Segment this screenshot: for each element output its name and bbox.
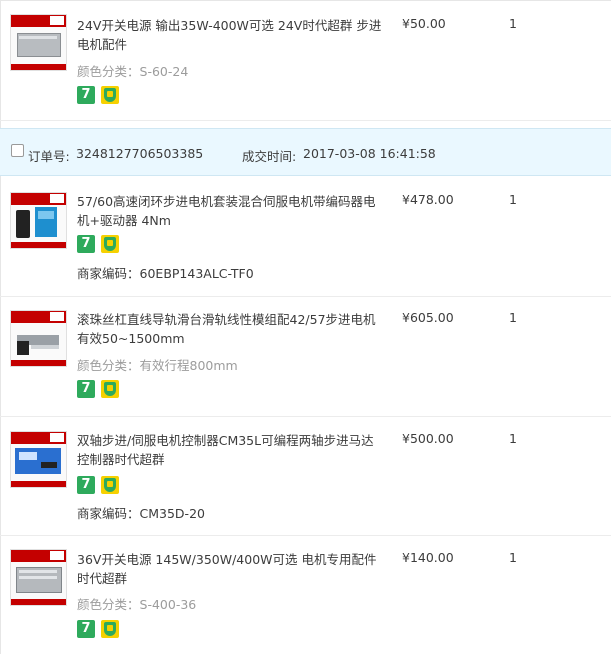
product-quantity: 1 [509, 431, 517, 446]
product-attribute: 颜色分类：S-60-24 [77, 61, 188, 80]
order-number-label: 订单号: [28, 149, 70, 164]
divider [0, 296, 611, 297]
product-quantity: 1 [509, 550, 517, 565]
seven-day-return-icon[interactable]: 7 [77, 235, 95, 253]
product-quantity: 1 [509, 192, 517, 207]
divider [0, 416, 611, 417]
consumer-protection-icon[interactable] [101, 380, 119, 398]
product-attribute: 颜色分类：有效行程800mm [77, 355, 238, 374]
product-thumbnail[interactable] [10, 192, 67, 249]
service-badges: 7 [77, 620, 125, 638]
divider [0, 535, 611, 536]
attribute-label: 商家编码： [77, 506, 140, 521]
attribute-value: S-400-36 [139, 597, 197, 612]
attribute-value: S-60-24 [139, 64, 189, 79]
order-time-label: 成交时间: [242, 149, 297, 164]
consumer-protection-icon[interactable] [101, 235, 119, 253]
seven-day-return-icon[interactable]: 7 [77, 86, 95, 104]
order-checkbox[interactable] [11, 144, 24, 157]
divider [0, 120, 611, 121]
seven-day-return-icon[interactable]: 7 [77, 380, 95, 398]
seven-day-return-icon[interactable]: 7 [77, 476, 95, 494]
service-badges: 7 [77, 476, 125, 494]
product-thumbnail[interactable] [10, 431, 67, 488]
product-title[interactable]: 双轴步进/伺服电机控制器CM35L可编程两轴步进马达控制器时代超群 [77, 431, 383, 469]
order-time: 2017-03-08 16:41:58 [303, 146, 436, 161]
product-price: ¥478.00 [402, 192, 454, 207]
product-thumbnail[interactable] [10, 310, 67, 367]
service-badges: 7 [77, 86, 125, 104]
consumer-protection-icon[interactable] [101, 620, 119, 638]
attribute-value: 有效行程800mm [139, 358, 238, 373]
product-price: ¥140.00 [402, 550, 454, 565]
product-quantity: 1 [509, 310, 517, 325]
left-border [0, 0, 1, 654]
attribute-label: 颜色分类： [77, 358, 140, 373]
attribute-label: 颜色分类： [77, 597, 140, 612]
product-title[interactable]: 24V开关电源 输出35W-400W可选 24V时代超群 步进电机配件 [77, 16, 383, 54]
service-badges: 7 [77, 380, 125, 398]
consumer-protection-icon[interactable] [101, 476, 119, 494]
merchant-code: 商家编码：CM35D-20 [77, 503, 205, 522]
product-price: ¥50.00 [402, 16, 446, 31]
attribute-label: 商家编码： [77, 266, 140, 281]
product-thumbnail[interactable] [10, 549, 67, 606]
product-price: ¥500.00 [402, 431, 454, 446]
attribute-label: 颜色分类： [77, 64, 140, 79]
service-badges: 7 [77, 235, 125, 253]
seven-day-return-icon[interactable]: 7 [77, 620, 95, 638]
consumer-protection-icon[interactable] [101, 86, 119, 104]
product-title[interactable]: 57/60高速闭环步进电机套装混合伺服电机带编码器电机+驱动器 4Nm [77, 192, 383, 230]
attribute-value: 60EBP143ALC-TF0 [139, 266, 254, 281]
product-quantity: 1 [509, 16, 517, 31]
product-title[interactable]: 滚珠丝杠直线导轨滑台滑轨线性模组配42/57步进电机有效50~1500mm [77, 310, 383, 348]
order-header: 订单号: 3248127706503385 成交时间: 2017-03-08 1… [0, 128, 611, 176]
product-title[interactable]: 36V开关电源 145W/350W/400W可选 电机专用配件时代超群 [77, 550, 383, 588]
order-number: 3248127706503385 [76, 146, 204, 161]
top-border [0, 0, 611, 1]
product-thumbnail[interactable] [10, 14, 67, 71]
merchant-code: 商家编码：60EBP143ALC-TF0 [77, 263, 254, 282]
product-attribute: 颜色分类：S-400-36 [77, 594, 196, 613]
attribute-value: CM35D-20 [139, 506, 205, 521]
product-price: ¥605.00 [402, 310, 454, 325]
